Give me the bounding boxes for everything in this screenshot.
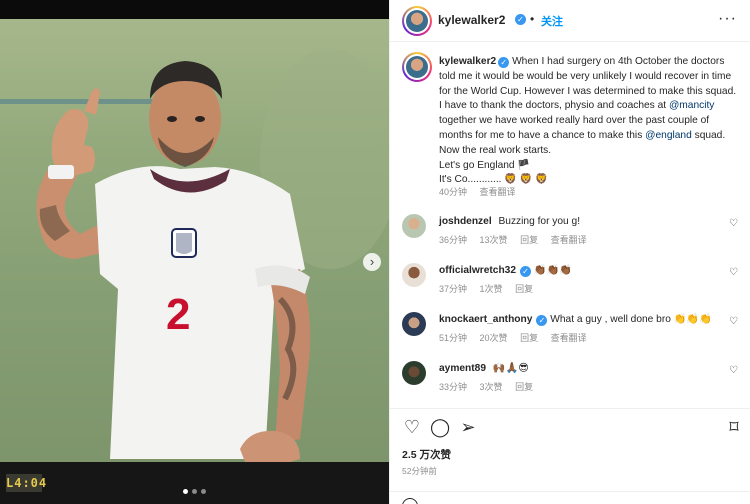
post-photo: 2 [0,19,389,462]
comment-line: officialwretch32 ✓ 👏🏾👏🏾👏🏾 [439,264,572,278]
heart-icon[interactable]: ♡ [729,218,738,229]
carousel-dot [191,489,197,494]
scoreboard-display: L4:04 [6,474,48,492]
emoji-icon[interactable] [402,498,418,504]
jersey-number: 2 [166,290,190,339]
reply-button[interactable]: 回复 [520,333,538,343]
post-time: 52分钟前 [402,466,437,476]
comment-time: 51分钟 [439,333,468,343]
verified-badge-icon: ✓ [536,315,548,326]
caption-text: kylewalker2 ✓ When I had surgery on 4th O… [439,55,739,188]
comment-item: ayment89 🙌🏾🙏🏾😎 33分钟 3次赞 回复 ♡ [402,361,742,401]
caption-text-part: Let's go England 🏴 [439,159,531,171]
heart-icon[interactable]: ♡ [729,365,738,376]
more-horizontal-icon[interactable]: ··· [718,11,737,27]
verified-badge-icon: ✓ [515,14,526,25]
comment-time: 37分钟 [439,284,468,294]
reply-button[interactable]: 回复 [515,382,533,392]
comment-username[interactable]: officialwretch32 [439,265,516,276]
comment-line: knockaert_anthony ✓ What a guy , well don… [439,313,712,327]
comment-likes[interactable]: 20次赞 [480,333,508,343]
post-header: kylewalker2 ✓ • 关注 ··· [390,0,750,42]
verified-badge-icon: ✓ [520,266,531,277]
comment-avatar[interactable] [402,263,426,287]
see-translation-link[interactable]: 查看翻译 [551,235,587,245]
likes-count[interactable]: 2.5 万次赞 [402,447,451,462]
post-side-panel: kylewalker2 ✓ • 关注 ··· kylewalker2 ✓ When… [389,0,750,504]
reply-button[interactable]: 回复 [515,284,533,294]
comment-username[interactable]: joshdenzel [439,216,492,227]
mention-link[interactable]: @england [645,130,692,141]
follow-button[interactable]: 关注 [541,13,563,29]
comment-meta: 33分钟 3次赞 回复 [439,380,543,393]
mention-link[interactable]: @mancity [669,100,714,111]
author-avatar[interactable] [402,6,432,36]
comment-meta: 36分钟 13次赞 回复 查看翻译 [439,233,597,246]
share-icon[interactable]: ➢ [458,417,478,437]
comment-avatar[interactable] [402,361,426,385]
comment-text: 👏🏾👏🏾👏🏾 [533,265,572,276]
carousel-dot [200,489,206,494]
caption-username[interactable]: kylewalker2 [439,56,496,67]
heart-icon[interactable]: ♡ [402,417,422,437]
comment-avatar[interactable] [402,214,426,238]
comment-username[interactable]: ayment89 [439,363,486,374]
reply-button[interactable]: 回复 [520,235,538,245]
comment-likes[interactable]: 3次赞 [480,382,503,392]
comment-meta: 51分钟 20次赞 回复 查看翻译 [439,331,597,344]
bookmark-icon[interactable]: ⌑ [724,417,744,437]
comment-line: ayment89 🙌🏾🙏🏾😎 [439,362,529,376]
comment-time: 36分钟 [439,235,468,245]
comment-item: joshdenzel Buzzing for you g! 36分钟 13次赞 … [402,214,742,254]
player-illustration: 2 [36,49,389,462]
verified-badge-icon: ✓ [498,57,510,68]
post-media[interactable]: 2 L4:04 › [0,0,389,504]
carousel-dot [182,489,188,494]
comment-text: Buzzing for you g! [498,216,581,227]
comment-icon[interactable]: ◯ [430,417,450,437]
caption-meta: 40分钟 查看翻译 [439,185,526,198]
see-translation-link[interactable]: 查看翻译 [480,187,516,197]
caption-text-part: It's Co............ 🦁 🦁 🦁 [439,174,549,186]
caption-avatar[interactable] [402,52,432,82]
comment-meta: 37分钟 1次赞 回复 [439,282,543,295]
comment-item: officialwretch32 ✓ 👏🏾👏🏾👏🏾 37分钟 1次赞 回复 ♡ [402,263,742,303]
media-top-bar [0,0,389,19]
comment-time: 33分钟 [439,382,468,392]
comment-text: What a guy , well done bro 👏👏👏 [550,314,712,325]
chevron-right-icon: › [369,254,375,269]
post-actions: ♡ ◯ ➢ ⌑ 2.5 万次赞 52分钟前 [390,408,750,504]
comment-item: knockaert_anthony ✓ What a guy , well don… [402,312,742,352]
next-slide-button[interactable]: › [363,253,381,271]
header-separator: • [530,12,535,26]
comment-avatar[interactable] [402,312,426,336]
comment-line: joshdenzel Buzzing for you g! [439,215,580,229]
comment-likes[interactable]: 13次赞 [480,235,508,245]
heart-icon[interactable]: ♡ [729,267,738,278]
media-bottom-strip [0,462,389,504]
heart-icon[interactable]: ♡ [729,316,738,327]
comment-text: 🙌🏾🙏🏾😎 [492,363,529,374]
caption-time: 40分钟 [439,187,468,197]
add-comment-bar [390,491,750,504]
author-username[interactable]: kylewalker2 [438,13,505,27]
comment-username[interactable]: knockaert_anthony [439,314,532,325]
carousel-indicator [182,489,206,495]
see-translation-link[interactable]: 查看翻译 [551,333,587,343]
comment-likes[interactable]: 1次赞 [480,284,503,294]
